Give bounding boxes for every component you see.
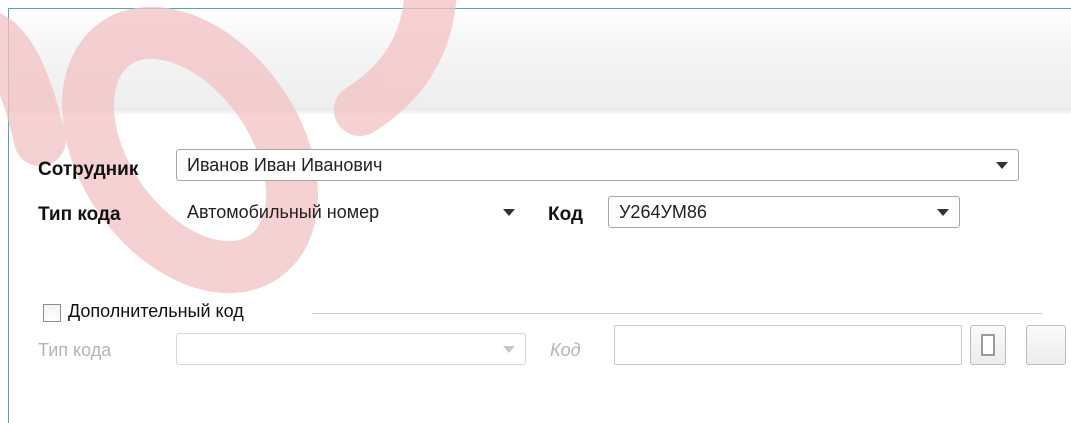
extra-code-label: Код [550, 340, 581, 360]
code-type-label: Тип кода [38, 204, 121, 225]
chevron-down-icon[interactable] [503, 346, 515, 353]
code-type-value: Автомобильный номер [187, 202, 380, 222]
chevron-down-icon[interactable] [996, 162, 1008, 169]
group-divider [312, 313, 1042, 314]
clear-button[interactable] [1026, 325, 1066, 365]
header-band [9, 9, 1071, 109]
extra-code-checkbox[interactable] [43, 304, 61, 322]
code-value: У264УМ86 [619, 202, 707, 222]
header-divider [9, 108, 1071, 114]
chevron-down-icon[interactable] [503, 209, 515, 216]
employee-combobox[interactable]: Иванов Иван Иванович [176, 149, 1019, 181]
code-type-combobox[interactable]: Автомобильный номер [176, 196, 526, 228]
extra-code-checkbox-label[interactable]: Дополнительный код [68, 301, 244, 322]
document-icon [981, 334, 995, 356]
extra-code-input[interactable] [614, 325, 962, 365]
code-combobox[interactable]: У264УМ86 [608, 196, 960, 228]
extra-code-type-combobox[interactable] [176, 333, 526, 365]
select-document-button[interactable] [970, 325, 1006, 365]
employee-label: Сотрудник [38, 159, 139, 180]
code-label: Код [548, 204, 584, 225]
extra-code-type-label: Тип кода [38, 340, 112, 360]
employee-value: Иванов Иван Иванович [187, 155, 383, 175]
chevron-down-icon[interactable] [937, 209, 949, 216]
